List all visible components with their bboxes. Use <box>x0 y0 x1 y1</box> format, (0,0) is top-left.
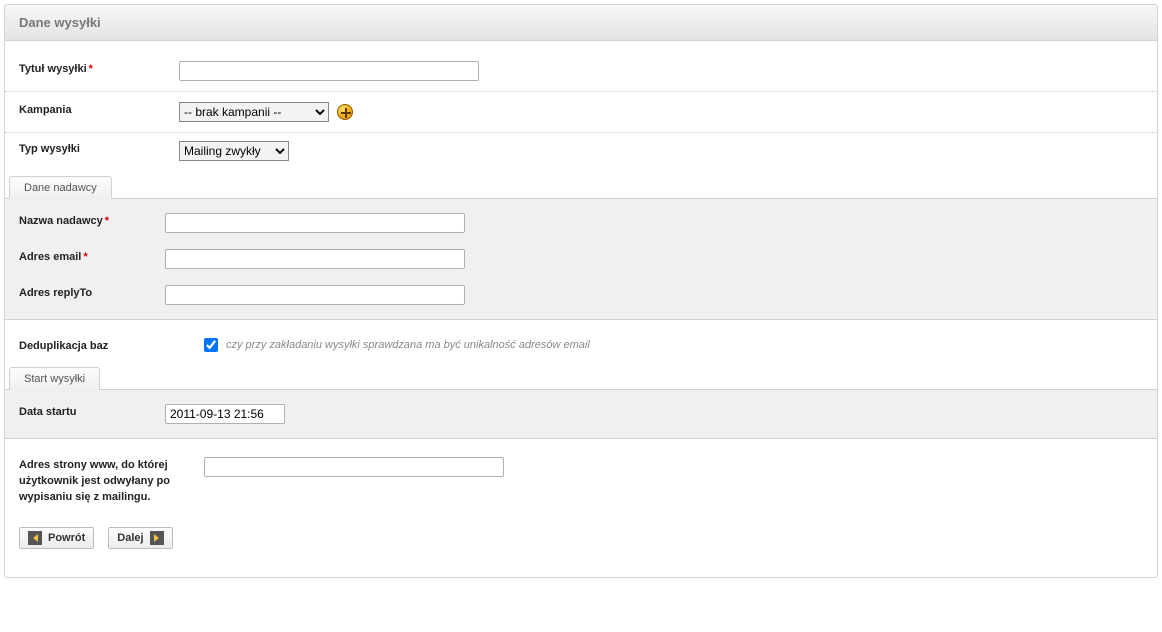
footer-buttons: Powrót Dalej <box>5 513 1157 563</box>
campaign-select[interactable]: -- brak kampanii -- <box>179 102 329 122</box>
back-button-label: Powrót <box>48 532 85 544</box>
row-sender-name: Nazwa nadawcy* <box>5 205 1157 241</box>
next-button-label: Dalej <box>117 532 143 544</box>
label-type: Typ wysyłki <box>19 141 179 157</box>
add-campaign-icon[interactable] <box>337 104 353 120</box>
row-sender-email: Adres email* <box>5 241 1157 277</box>
next-button[interactable]: Dalej <box>108 527 172 549</box>
start-section: Start wysyłki Data startu <box>5 366 1157 439</box>
sender-body: Nazwa nadawcy* Adres email* Adres reply <box>5 198 1157 320</box>
label-unsub-url: Adres strony www, do której użytkownik j… <box>19 457 204 505</box>
required-marker: * <box>83 251 87 263</box>
dedup-checkbox[interactable] <box>204 338 218 352</box>
unsub-url-input[interactable] <box>204 457 504 477</box>
label-dedup: Deduplikacja baz <box>19 338 204 354</box>
back-button[interactable]: Powrót <box>19 527 94 549</box>
row-dedup: Deduplikacja baz czy przy zakładaniu wys… <box>5 320 1157 360</box>
arrow-right-icon <box>150 531 164 545</box>
sender-email-input[interactable] <box>165 249 465 269</box>
row-unsub-url: Adres strony www, do której użytkownik j… <box>5 439 1157 513</box>
label-title: Tytuł wysyłki* <box>19 61 179 77</box>
sender-reply-input[interactable] <box>165 285 465 305</box>
dedup-hint: czy przy zakładaniu wysyłki sprawdzana m… <box>226 339 590 351</box>
row-type: Typ wysyłki Mailing zwykły <box>5 133 1157 169</box>
required-marker: * <box>105 215 109 227</box>
start-body: Data startu <box>5 389 1157 439</box>
label-sender-reply: Adres replyTo <box>19 285 165 301</box>
title-input[interactable] <box>179 61 479 81</box>
sender-tab[interactable]: Dane nadawcy <box>9 176 112 199</box>
label-sender-email: Adres email* <box>19 249 165 265</box>
label-title-text: Tytuł wysyłki <box>19 63 87 75</box>
type-select[interactable]: Mailing zwykły <box>179 141 289 161</box>
start-date-input[interactable] <box>165 404 285 424</box>
required-marker: * <box>89 63 93 75</box>
label-start-date: Data startu <box>19 404 165 420</box>
label-sender-name: Nazwa nadawcy* <box>19 213 165 229</box>
shipment-data-panel: Dane wysyłki Tytuł wysyłki* Kampania -- … <box>4 4 1158 578</box>
panel-body: Tytuł wysyłki* Kampania -- brak kampanii… <box>5 41 1157 577</box>
start-tab[interactable]: Start wysyłki <box>9 367 100 390</box>
row-start-date: Data startu <box>5 396 1157 432</box>
row-campaign: Kampania -- brak kampanii -- <box>5 92 1157 133</box>
sender-section: Dane nadawcy Nazwa nadawcy* Adres email* <box>5 175 1157 320</box>
label-sender-name-text: Nazwa nadawcy <box>19 215 103 227</box>
row-sender-reply: Adres replyTo <box>5 277 1157 313</box>
sender-name-input[interactable] <box>165 213 465 233</box>
label-campaign: Kampania <box>19 102 179 118</box>
panel-title: Dane wysyłki <box>5 5 1157 41</box>
arrow-left-icon <box>28 531 42 545</box>
label-sender-email-text: Adres email <box>19 251 81 263</box>
row-title: Tytuł wysyłki* <box>5 51 1157 92</box>
